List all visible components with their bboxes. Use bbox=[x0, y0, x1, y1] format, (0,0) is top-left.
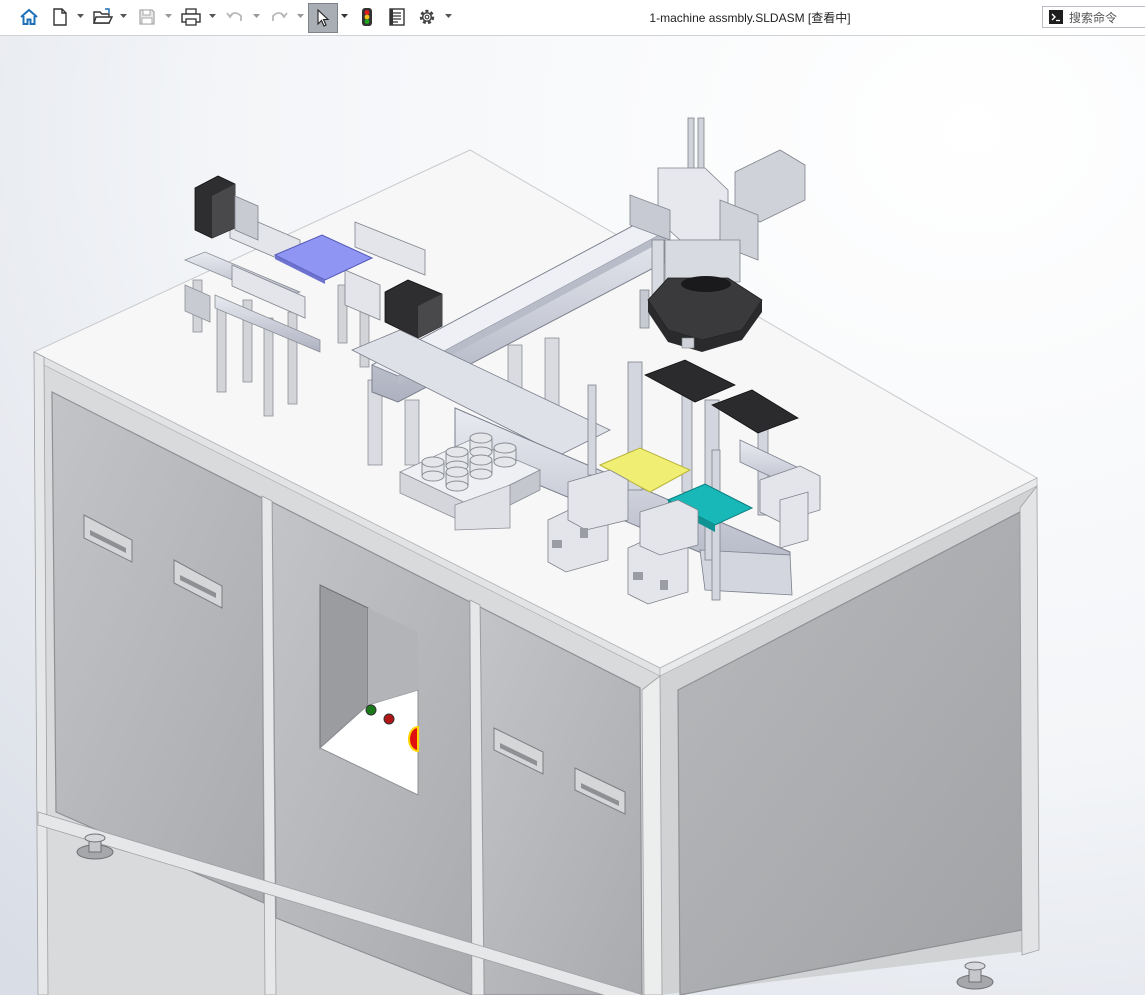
start-button bbox=[365, 704, 377, 716]
cursor-icon bbox=[315, 9, 331, 27]
command-prompt-icon bbox=[1047, 9, 1065, 25]
solidworks-window: { "window": { "title": "1-machine assmbl… bbox=[0, 0, 1145, 995]
redo-icon bbox=[269, 7, 289, 27]
rebuild-button[interactable] bbox=[356, 5, 378, 29]
undo-icon bbox=[225, 7, 245, 27]
open-folder-icon bbox=[92, 7, 114, 27]
search-commands-field[interactable]: 搜索命令 bbox=[1042, 6, 1145, 28]
cup bbox=[445, 466, 469, 492]
gear-icon bbox=[417, 7, 437, 27]
print-icon bbox=[180, 7, 202, 27]
cup bbox=[421, 456, 445, 482]
home-button[interactable] bbox=[17, 5, 41, 29]
redo-dropdown-icon[interactable] bbox=[296, 11, 304, 21]
options-button[interactable] bbox=[415, 5, 439, 29]
undo-dropdown-icon[interactable] bbox=[252, 11, 260, 21]
cup bbox=[493, 442, 517, 468]
assembly-model-render bbox=[0, 36, 1145, 995]
new-document-icon bbox=[51, 7, 69, 27]
print-button[interactable] bbox=[179, 5, 203, 29]
save-dropdown-icon[interactable] bbox=[164, 11, 172, 21]
window-title: 1-machine assmbly.SLDASM [查看中] bbox=[649, 11, 851, 25]
undo-button[interactable] bbox=[223, 5, 247, 29]
save-icon bbox=[137, 7, 157, 27]
file-properties-button[interactable] bbox=[385, 5, 409, 29]
traffic-light-icon bbox=[361, 7, 373, 27]
new-dropdown-icon[interactable] bbox=[76, 11, 84, 21]
new-button[interactable] bbox=[49, 5, 71, 29]
home-icon bbox=[19, 7, 39, 27]
file-properties-icon bbox=[388, 7, 406, 27]
graphics-viewport[interactable] bbox=[0, 36, 1145, 995]
cup bbox=[469, 454, 493, 480]
open-button[interactable] bbox=[91, 5, 115, 29]
save-button[interactable] bbox=[135, 5, 159, 29]
open-dropdown-icon[interactable] bbox=[119, 11, 127, 21]
select-dropdown-icon[interactable] bbox=[340, 11, 348, 21]
redo-button[interactable] bbox=[267, 5, 291, 29]
top-toolbar: 1-machine assmbly.SLDASM [查看中] 搜索命令 bbox=[0, 0, 1145, 36]
print-dropdown-icon[interactable] bbox=[208, 11, 216, 21]
cup bbox=[469, 432, 493, 458]
select-button[interactable] bbox=[308, 3, 338, 33]
options-dropdown-icon[interactable] bbox=[444, 11, 452, 21]
search-placeholder: 搜索命令 bbox=[1069, 10, 1118, 25]
stop-button bbox=[383, 713, 395, 725]
